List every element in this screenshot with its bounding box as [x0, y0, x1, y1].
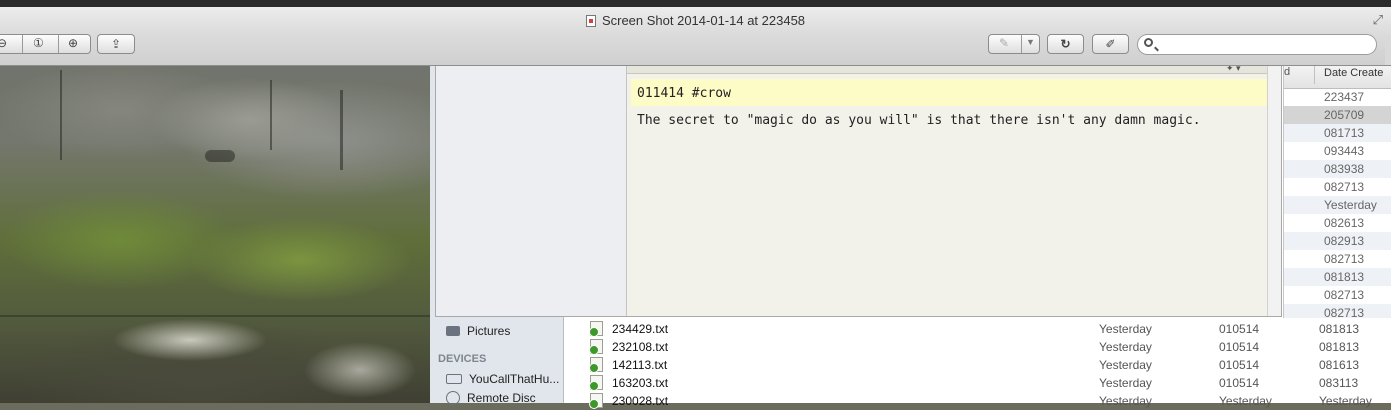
date-value: Yesterday: [1324, 198, 1377, 212]
vertical-scrollbar[interactable]: [1267, 65, 1281, 316]
edit-toolbar-button[interactable]: ✐: [1092, 34, 1129, 54]
date-modified: Yesterday: [1099, 376, 1152, 390]
list-item[interactable]: 082713: [1284, 304, 1391, 318]
list-item[interactable]: 082713: [1284, 178, 1391, 196]
list-item[interactable]: 205709: [1284, 106, 1391, 124]
file-name: 142113.txt: [612, 358, 668, 372]
share-icon: ⇪: [110, 37, 122, 51]
text-file-icon: [589, 393, 603, 409]
list-item[interactable]: 081813: [1284, 268, 1391, 286]
annotate-button[interactable]: ✎ ▼: [988, 34, 1040, 54]
edit-toolbar-icon: ✐: [1105, 37, 1116, 51]
window-titlebar: Screen Shot 2014-01-14 at 223458 ⤢ ⊖ ① ⊕…: [0, 7, 1391, 66]
sidebar-item-device[interactable]: YouCallThatHu...: [446, 372, 559, 386]
list-item[interactable]: 083938: [1284, 160, 1391, 178]
note-body[interactable]: The secret to "magic do as you will" is …: [637, 113, 1201, 128]
drive-icon: [446, 374, 462, 384]
zoom-segmented-control: ⊖ ① ⊕: [0, 34, 91, 54]
date-value: 082713: [1324, 180, 1365, 194]
note-header-bar: [627, 65, 1268, 74]
date-added: 081813: [1319, 340, 1360, 354]
date-added: 081813: [1319, 322, 1360, 336]
list-item[interactable]: 082613: [1284, 214, 1391, 232]
note-editor[interactable]: ✦ ▾ 011414 #crow The secret to "magic do…: [627, 63, 1268, 316]
date-value: 093443: [1324, 144, 1365, 158]
date-created: Yesterday: [1219, 394, 1272, 408]
edge-scrollbar: [1385, 35, 1391, 65]
date-value: 081813: [1324, 270, 1365, 284]
table-row[interactable]: 163203.txt Yesterday 010514 083113: [564, 374, 1391, 392]
notes-sidebar[interactable]: [436, 65, 627, 316]
date-modified: Yesterday: [1099, 394, 1152, 408]
chevron-down-icon: ▼: [1026, 37, 1035, 47]
date-modified: Yesterday: [1099, 322, 1152, 336]
table-row[interactable]: 142113.txt Yesterday 010514 081613: [564, 356, 1391, 374]
table-row[interactable]: 230028.txt Yesterday Yesterday Yesterday: [564, 392, 1391, 410]
list-item[interactable]: 082713: [1284, 250, 1391, 268]
window-title-text: Screen Shot 2014-01-14 at 223458: [601, 13, 806, 28]
file-name: 163203.txt: [612, 376, 669, 390]
text-file-icon: [589, 357, 603, 373]
rotate-icon: ↻: [1060, 37, 1071, 51]
column-separator[interactable]: [1314, 64, 1315, 84]
file-name: 234429.txt: [612, 322, 669, 336]
date-modified: Yesterday: [1099, 358, 1152, 372]
table-row[interactable]: 234429.txt Yesterday 010514 081813: [564, 320, 1391, 338]
search-input[interactable]: [1160, 37, 1374, 54]
date-value: 082713: [1324, 288, 1365, 302]
list-item[interactable]: 223437: [1284, 88, 1391, 106]
date-created: 010514: [1219, 358, 1260, 372]
top-strip: [0, 0, 1391, 7]
text-file-icon: [589, 339, 603, 355]
date-added: Yesterday: [1319, 394, 1372, 408]
notes-window: ✦ ▾ 011414 #crow The secret to "magic do…: [435, 63, 1282, 317]
date-value: 082613: [1324, 216, 1365, 230]
sidebar-item-pictures[interactable]: Pictures: [446, 324, 510, 338]
date-created: 010514: [1219, 340, 1260, 354]
list-item[interactable]: 082913: [1284, 232, 1391, 250]
date-created: 010514: [1219, 376, 1260, 390]
list-item[interactable]: Yesterday: [1284, 196, 1391, 214]
list-item[interactable]: 081713: [1284, 124, 1391, 142]
date-modified: Yesterday: [1099, 340, 1152, 354]
camera-icon: [446, 326, 460, 336]
date-value: 082913: [1324, 234, 1365, 248]
zoom-out-icon[interactable]: ⊖: [0, 36, 7, 50]
file-name: 232108.txt: [612, 340, 669, 354]
date-added: 081613: [1319, 358, 1360, 372]
date-value: 082713: [1324, 252, 1365, 266]
date-created-column: d Date Create 223437 205709 081713 09344…: [1283, 60, 1391, 318]
date-value: 223437: [1324, 90, 1365, 104]
document-icon: [585, 15, 596, 27]
date-added: 083113: [1319, 376, 1359, 390]
date-value: 082713: [1324, 306, 1365, 318]
column-header-fragment: d: [1284, 66, 1291, 78]
date-value: 081713: [1324, 126, 1365, 140]
share-button[interactable]: ⇪: [97, 34, 135, 54]
fullscreen-icon[interactable]: ⤢: [1373, 12, 1383, 28]
sidebar-item-label: Pictures: [467, 324, 511, 338]
date-value: 083938: [1324, 162, 1365, 176]
sidebar-header-devices: DEVICES: [438, 353, 487, 365]
sidebar-item-label: YouCallThatHu...: [469, 372, 560, 386]
text-file-icon: [589, 321, 603, 337]
rotate-button[interactable]: ↻: [1047, 34, 1084, 54]
search-icon: [1144, 38, 1153, 47]
date-value: 205709: [1324, 108, 1365, 122]
date-created: 010514: [1219, 322, 1260, 336]
text-file-icon: [589, 375, 603, 391]
note-title[interactable]: 011414 #crow: [637, 86, 731, 101]
column-header-label: Date Create: [1324, 67, 1384, 79]
file-name: 230028.txt: [612, 394, 669, 408]
zoom-in-icon[interactable]: ⊕: [68, 36, 78, 50]
pen-icon: ✎: [999, 36, 1010, 50]
window-title: Screen Shot 2014-01-14 at 223458: [0, 13, 1391, 28]
list-item[interactable]: 082713: [1284, 286, 1391, 304]
table-row[interactable]: 232108.txt Yesterday 010514 081813: [564, 338, 1391, 356]
list-item[interactable]: 093443: [1284, 142, 1391, 160]
actual-size-icon[interactable]: ①: [33, 36, 44, 50]
search-field[interactable]: [1137, 34, 1377, 55]
